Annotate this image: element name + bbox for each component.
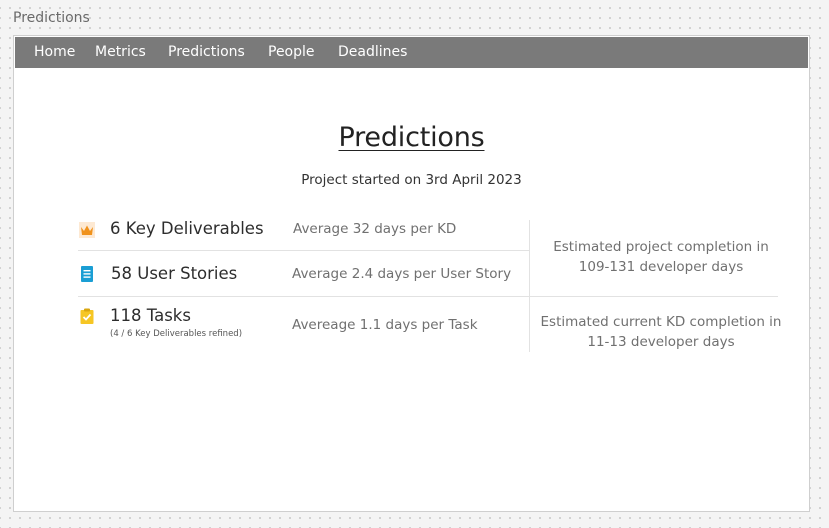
nav-item-people[interactable]: People [268, 37, 315, 68]
tasks-count: 118 Tasks [110, 306, 191, 325]
project-completion-line1: Estimated project completion in [553, 239, 769, 255]
crown-icon [79, 222, 95, 238]
current-kd-line1: Estimated current KD completion in [540, 314, 782, 330]
project-completion-line2: 109-131 developer days [578, 259, 744, 275]
current-kd-line2: 11-13 developer days [587, 334, 735, 350]
key-deliverables-average: Average 32 days per KD [293, 221, 457, 237]
tasks-refined-note: (4 / 6 Key Deliverables refined) [110, 329, 243, 339]
tasks-average: Avereage 1.1 days per Task [292, 317, 478, 333]
document-icon [79, 266, 95, 282]
nav-item-home[interactable]: Home [34, 37, 75, 68]
page-subtitle: Project started on 3rd April 2023 [301, 172, 522, 188]
user-stories-average: Average 2.4 days per User Story [292, 266, 512, 282]
row-divider-1 [78, 250, 529, 251]
window-title: Predictions [13, 10, 90, 26]
project-completion-estimate: Estimated project completion in 109-131 … [530, 237, 792, 277]
clipboard-check-icon [79, 308, 95, 324]
current-kd-estimate: Estimated current KD completion in 11-13… [530, 312, 792, 352]
page-title: Predictions [338, 122, 485, 153]
row-divider-2 [78, 296, 778, 297]
main-panel: Home Metrics Predictions People Deadline… [13, 35, 810, 512]
nav-item-metrics[interactable]: Metrics [95, 37, 146, 68]
nav-item-predictions[interactable]: Predictions [168, 37, 245, 68]
user-stories-count: 58 User Stories [111, 264, 238, 283]
nav-item-deadlines[interactable]: Deadlines [338, 37, 407, 68]
key-deliverables-count: 6 Key Deliverables [110, 219, 264, 238]
navbar: Home Metrics Predictions People Deadline… [15, 37, 808, 68]
